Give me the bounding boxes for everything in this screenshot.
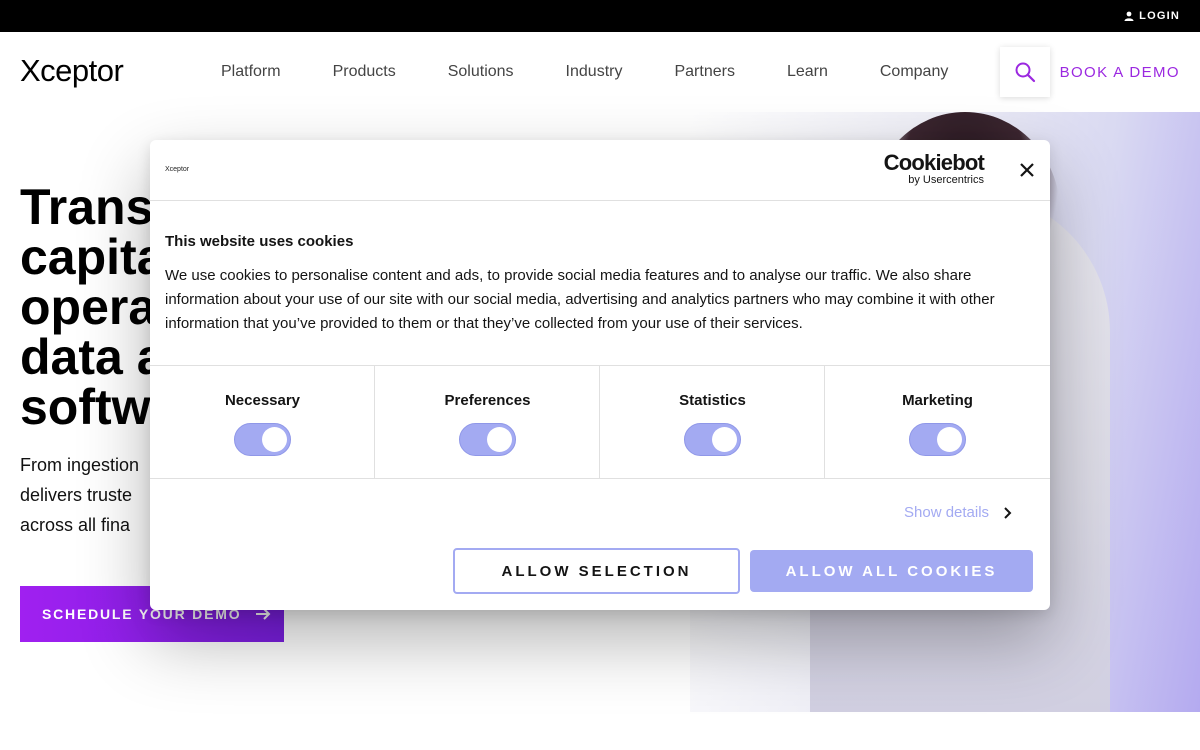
dialog-site-logo: Xceptor	[165, 166, 190, 173]
toggle-label: Preferences	[444, 392, 531, 409]
cookiebot-logo[interactable]: Cookiebot by Usercentrics	[882, 150, 985, 187]
show-details-link[interactable]: Show details	[904, 504, 1012, 521]
preferences-switch[interactable]	[459, 423, 516, 456]
toggle-label: Statistics	[679, 392, 746, 409]
dialog-header: Xceptor Cookiebot by Usercentrics	[150, 140, 1050, 201]
marketing-switch[interactable]	[909, 423, 966, 456]
toggle-marketing: Marketing	[825, 366, 1050, 478]
allow-selection-button[interactable]: ALLOW SELECTION	[453, 548, 740, 594]
toggle-label: Marketing	[902, 392, 973, 409]
cookiebot-brand: Cookiebot	[883, 150, 985, 175]
allow-all-cookies-button[interactable]: ALLOW ALL COOKIES	[750, 550, 1033, 592]
switch-knob	[262, 427, 287, 452]
toggle-preferences: Preferences	[375, 366, 600, 478]
toggle-necessary: Necessary	[150, 366, 375, 478]
toggle-statistics: Statistics	[600, 366, 825, 478]
dialog-body: This website uses cookies We use cookies…	[165, 233, 1045, 336]
switch-knob	[487, 427, 512, 452]
cookiebot-brand-sub: by Usercentrics	[908, 174, 984, 186]
switch-knob	[937, 427, 962, 452]
dialog-title: This website uses cookies	[165, 233, 354, 250]
switch-knob	[712, 427, 737, 452]
dialog-description: We use cookies to personalise content an…	[165, 267, 995, 332]
show-details-label: Show details	[904, 504, 990, 521]
necessary-switch[interactable]	[234, 423, 291, 456]
toggle-label: Necessary	[224, 392, 301, 409]
close-dialog-button[interactable]	[1018, 161, 1036, 179]
statistics-switch[interactable]	[684, 423, 741, 456]
close-icon	[1020, 163, 1034, 177]
chevron-right-icon	[1004, 506, 1012, 519]
cookie-consent-dialog: Xceptor Cookiebot by Usercentrics This w…	[150, 140, 1050, 610]
cookie-category-toggles: Necessary Preferences Statistics Marketi…	[150, 365, 1050, 479]
